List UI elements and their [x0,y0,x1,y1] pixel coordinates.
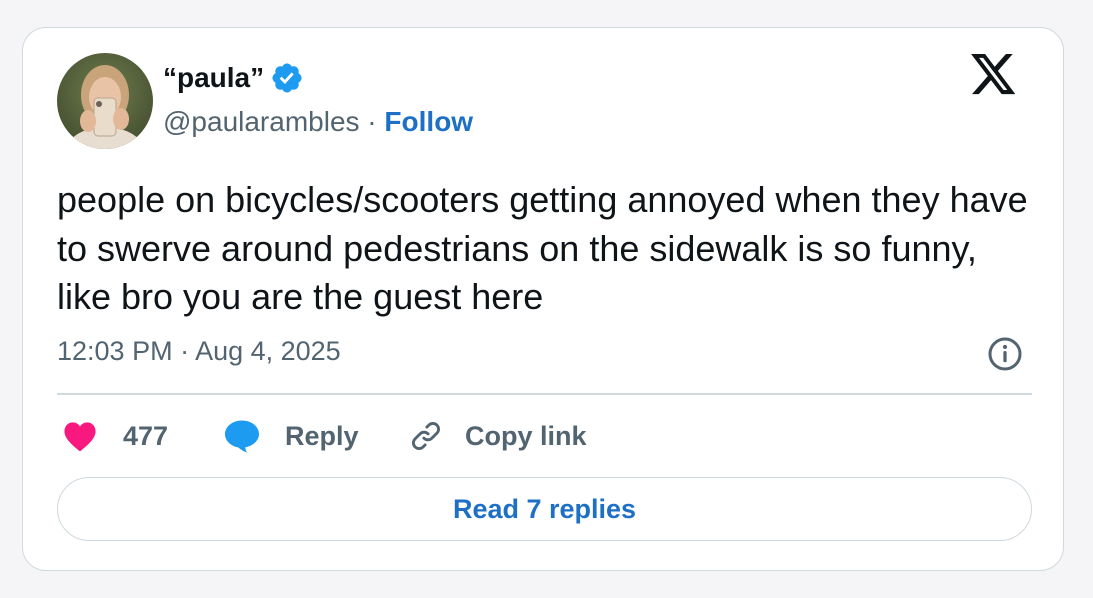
heart-icon [64,422,96,452]
handle-row: @paularambles · Follow [163,106,473,138]
avatar[interactable] [57,53,153,149]
copy-link-label: Copy link [465,420,587,451]
tweet-text: people on bicycles/scooters getting anno… [57,179,1028,317]
like-button[interactable]: 477 [63,416,168,456]
reply-button[interactable]: Reply [223,416,359,456]
copy-link-button[interactable]: Copy link [409,416,587,456]
author-display-name[interactable]: “paula” [163,62,264,94]
handle-separator: · [359,106,385,137]
avatar-image [57,53,153,149]
author-handle[interactable]: @paularambles [163,106,360,137]
reply-label: Reply [285,420,359,451]
x-logo-icon[interactable] [971,54,1017,96]
tweet-card: “paula” @paularambles · Follow people on… [22,27,1064,571]
read-replies-button[interactable]: Read 7 replies [57,477,1032,541]
follow-link[interactable]: Follow [384,106,473,137]
verified-badge-icon [272,63,302,93]
read-replies-label: Read 7 replies [452,493,637,524]
info-icon[interactable] [987,336,1023,372]
author-name-row[interactable]: “paula” [163,61,304,95]
tweet-timestamp[interactable]: 12:03 PM · Aug 4, 2025 [57,336,341,367]
like-count: 477 [123,420,169,451]
divider [57,393,1032,395]
reply-bubble-icon [225,420,259,453]
link-icon [412,422,440,450]
